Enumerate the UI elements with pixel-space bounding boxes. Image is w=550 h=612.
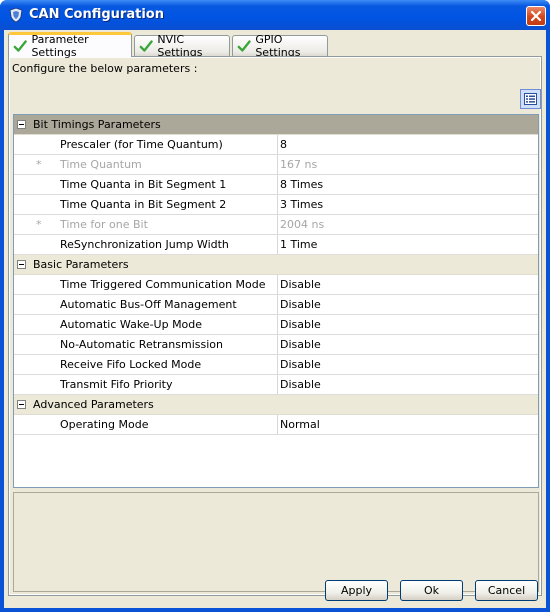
property-row[interactable]: ReSynchronization Jump Width 1 Time <box>14 235 538 255</box>
property-row[interactable]: Operating Mode Normal <box>14 415 538 435</box>
property-value[interactable]: Normal <box>280 418 320 431</box>
dialog-window: CAN Configuration Parameter Settings NVI… <box>0 0 550 612</box>
property-row[interactable]: Automatic Bus-Off Management Disable <box>14 295 538 315</box>
cancel-button[interactable]: Cancel <box>475 580 538 601</box>
property-name: Time for one Bit <box>60 218 148 231</box>
check-icon <box>139 40 153 52</box>
window-title: CAN Configuration <box>29 7 164 22</box>
property-value[interactable]: Disable <box>280 378 321 391</box>
property-name: Time Quanta in Bit Segment 1 <box>60 178 227 191</box>
readonly-marker: * <box>36 218 42 231</box>
property-value[interactable]: Disable <box>280 298 321 311</box>
property-name: Prescaler (for Time Quantum) <box>60 138 223 151</box>
property-value[interactable]: Disable <box>280 338 321 351</box>
title-bar[interactable]: CAN Configuration <box>0 0 550 30</box>
property-row[interactable]: Transmit Fifo Priority Disable <box>14 375 538 395</box>
collapse-minus-icon[interactable] <box>17 400 26 409</box>
property-row[interactable]: Time Quanta in Bit Segment 1 8 Times <box>14 175 538 195</box>
group-header-basic[interactable]: Basic Parameters <box>14 255 538 275</box>
property-value: 167 ns <box>280 158 318 171</box>
list-view-icon <box>524 93 537 105</box>
parameter-settings-panel: Configure the below parameters : Bit Tim… <box>10 58 541 594</box>
dialog-body: Parameter Settings NVIC Settings GPIO Se… <box>4 30 546 608</box>
view-toggle-button[interactable] <box>520 89 541 109</box>
property-row[interactable]: Time Quanta in Bit Segment 2 3 Times <box>14 195 538 215</box>
property-row: * Time for one Bit 2004 ns <box>14 215 538 235</box>
collapse-minus-icon[interactable] <box>17 120 26 129</box>
property-name: No-Automatic Retransmission <box>60 338 223 351</box>
property-row[interactable]: Automatic Wake-Up Mode Disable <box>14 315 538 335</box>
property-value[interactable]: Disable <box>280 358 321 371</box>
instructions-text: Configure the below parameters : <box>12 62 198 75</box>
tab-label: Parameter Settings <box>31 33 89 59</box>
property-value[interactable]: 1 Time <box>280 238 317 251</box>
group-label: Bit Timings Parameters <box>33 118 161 131</box>
property-value[interactable]: 8 Times <box>280 178 323 191</box>
group-header-cell: Basic Parameters <box>14 255 278 274</box>
property-name: Receive Fifo Locked Mode <box>60 358 202 371</box>
tab-gpio-settings[interactable]: GPIO Settings <box>232 33 328 59</box>
group-label: Advanced Parameters <box>33 398 154 411</box>
property-row: * Time Quantum 167 ns <box>14 155 538 175</box>
check-icon <box>13 40 27 52</box>
property-row[interactable]: Time Triggered Communication Mode Disabl… <box>14 275 538 295</box>
property-name: Time Quantum <box>60 158 142 171</box>
property-value[interactable]: 3 Times <box>280 198 323 211</box>
ok-button[interactable]: Ok <box>400 580 463 601</box>
property-value[interactable]: 8 <box>280 138 287 151</box>
property-row[interactable]: Receive Fifo Locked Mode Disable <box>14 355 538 375</box>
property-name: ReSynchronization Jump Width <box>60 238 229 251</box>
group-header-advanced[interactable]: Advanced Parameters <box>14 395 538 415</box>
group-header-cell: Advanced Parameters <box>14 395 278 414</box>
tab-panel: Configure the below parameters : Bit Tim… <box>8 56 542 596</box>
app-shield-icon <box>9 7 23 23</box>
property-name: Time Triggered Communication Mode <box>60 278 266 291</box>
collapse-minus-icon[interactable] <box>17 260 26 269</box>
property-value[interactable]: Disable <box>280 318 321 331</box>
property-name: Transmit Fifo Priority <box>60 378 173 391</box>
property-row[interactable]: Prescaler (for Time Quantum) 8 <box>14 135 538 155</box>
property-name: Automatic Bus-Off Management <box>60 298 237 311</box>
property-value[interactable]: Disable <box>280 278 321 291</box>
property-name: Operating Mode <box>60 418 149 431</box>
property-value: 2004 ns <box>280 218 325 231</box>
tab-parameter-settings[interactable]: Parameter Settings <box>8 32 132 59</box>
close-button[interactable] <box>526 6 546 26</box>
close-icon <box>530 10 542 22</box>
group-header-cell: Bit Timings Parameters <box>14 115 278 134</box>
property-row[interactable]: No-Automatic Retransmission Disable <box>14 335 538 355</box>
group-header-bit-timings[interactable]: Bit Timings Parameters <box>14 115 538 135</box>
group-label: Basic Parameters <box>33 258 129 271</box>
tab-nvic-settings[interactable]: NVIC Settings <box>134 33 230 59</box>
property-grid: Bit Timings Parameters Prescaler (for Ti… <box>13 114 539 488</box>
property-name: Automatic Wake-Up Mode <box>60 318 203 331</box>
property-name: Time Quanta in Bit Segment 2 <box>60 198 227 211</box>
apply-button[interactable]: Apply <box>325 580 388 601</box>
check-icon <box>237 40 251 52</box>
description-panel <box>13 492 539 592</box>
readonly-marker: * <box>36 158 42 171</box>
